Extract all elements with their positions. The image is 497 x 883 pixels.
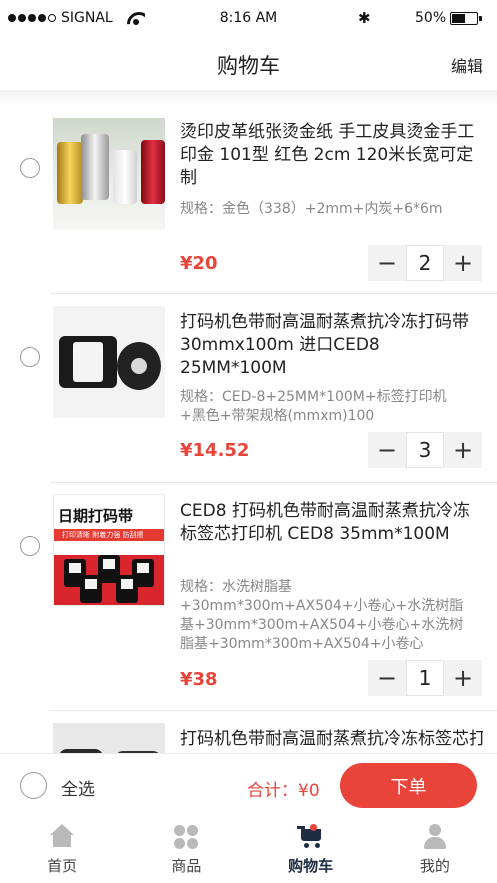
quantity-stepper: − 3 + xyxy=(368,432,482,468)
grid-icon xyxy=(172,823,200,851)
tab-home[interactable]: 首页 xyxy=(0,819,124,883)
thumb-strip-text: 打印清晰 附着力强 防刮擦 xyxy=(54,529,164,541)
increase-button[interactable]: + xyxy=(444,245,482,281)
status-bar: SIGNAL 8:16 AM ✱ 50% xyxy=(0,0,497,36)
bluetooth-icon: ✱ xyxy=(358,9,371,27)
battery-percent: 50% xyxy=(415,10,447,26)
cart-list[interactable]: 烫印皮革纸张烫金纸 手工皮具烫金手工印金 101型 红色 2cm 120米长宽可… xyxy=(0,106,497,753)
cart-icon xyxy=(296,823,325,851)
edit-button[interactable]: 编辑 xyxy=(451,53,483,77)
item-spec: 规格：水洗树脂基+30mm*300m+AX504+小卷心+水洗树脂基+30mm*… xyxy=(180,579,464,652)
total-price: 合计：¥0 xyxy=(247,781,320,801)
tab-products[interactable]: 商品 xyxy=(124,819,248,883)
item-checkbox[interactable] xyxy=(20,158,40,178)
place-order-button[interactable]: 下单 xyxy=(340,763,477,808)
item-price: ¥20 xyxy=(180,253,218,274)
item-spec: 规格：CED-8+25MM*100M+标签打印机+黑色+带架规格(mmxm)10… xyxy=(180,389,447,424)
decrease-button[interactable]: − xyxy=(368,432,406,468)
quantity-value[interactable]: 3 xyxy=(406,432,444,468)
tab-profile[interactable]: 我的 xyxy=(373,819,497,883)
home-icon xyxy=(48,823,76,851)
quantity-value[interactable]: 1 xyxy=(406,660,444,696)
item-title[interactable]: CED8 打码机色带耐高温耐蒸煮抗冷冻标签芯打印机 CED8 35mm*100M xyxy=(180,500,483,546)
cart-item: 打码机色带耐高温耐蒸煮抗冷冻打码带30mmx100m 进口CED8 25MM*1… xyxy=(0,294,497,483)
item-title[interactable]: 打码机色带耐高温耐蒸煮抗冷冻打码带30mmx100m 进口CED8 25MM*1… xyxy=(180,311,483,380)
quantity-stepper: − 2 + xyxy=(368,245,482,281)
nav-divider xyxy=(0,90,497,106)
item-checkbox[interactable] xyxy=(20,536,40,556)
tab-label: 商品 xyxy=(171,857,202,875)
tab-label: 我的 xyxy=(419,857,450,875)
select-all-checkbox[interactable] xyxy=(20,772,47,799)
item-checkbox[interactable] xyxy=(20,347,40,367)
item-title[interactable]: 烫印皮革纸张烫金纸 手工皮具烫金手工印金 101型 红色 2cm 120米长宽可… xyxy=(180,121,483,190)
decrease-button[interactable]: − xyxy=(368,660,406,696)
product-image[interactable] xyxy=(53,723,165,753)
thumb-banner-text: 日期打码带 xyxy=(58,507,134,525)
checkout-bar: 全选 合计：¥0 下单 xyxy=(0,753,497,819)
battery-icon xyxy=(450,12,482,25)
cart-item: 烫印皮革纸张烫金纸 手工皮具烫金手工印金 101型 红色 2cm 120米长宽可… xyxy=(0,106,497,294)
tab-cart[interactable]: 购物车 xyxy=(249,819,373,883)
increase-button[interactable]: + xyxy=(444,432,482,468)
nav-bar: 购物车 编辑 xyxy=(0,36,497,90)
increase-button[interactable]: + xyxy=(444,660,482,696)
product-image[interactable] xyxy=(53,118,165,230)
page-title: 购物车 xyxy=(217,54,280,78)
tab-label: 首页 xyxy=(47,857,78,875)
quantity-value[interactable]: 2 xyxy=(406,245,444,281)
quantity-stepper: − 1 + xyxy=(368,660,482,696)
user-icon xyxy=(421,823,449,851)
select-all-label[interactable]: 全选 xyxy=(61,775,95,800)
product-image[interactable]: 日期打码带 打印清晰 附着力强 防刮擦 xyxy=(53,494,165,606)
item-spec: 规格：金色（338）+2mm+内炭+6*6m xyxy=(180,201,443,217)
cart-item: 打码机色带耐高温耐蒸煮抗冷冻标签芯打印机 xyxy=(0,711,497,753)
item-title[interactable]: 打码机色带耐高温耐蒸煮抗冷冻标签芯打印机 xyxy=(180,728,483,751)
item-price: ¥14.52 xyxy=(180,440,250,461)
decrease-button[interactable]: − xyxy=(368,245,406,281)
tab-label: 购物车 xyxy=(288,857,334,875)
product-image[interactable] xyxy=(53,306,165,418)
tab-bar: 首页 商品 购物车 我的 xyxy=(0,819,497,883)
item-price: ¥38 xyxy=(180,669,218,690)
cart-item: 日期打码带 打印清晰 附着力强 防刮擦 CED8 打码机色带耐高温耐蒸煮抗冷冻标… xyxy=(0,483,497,711)
